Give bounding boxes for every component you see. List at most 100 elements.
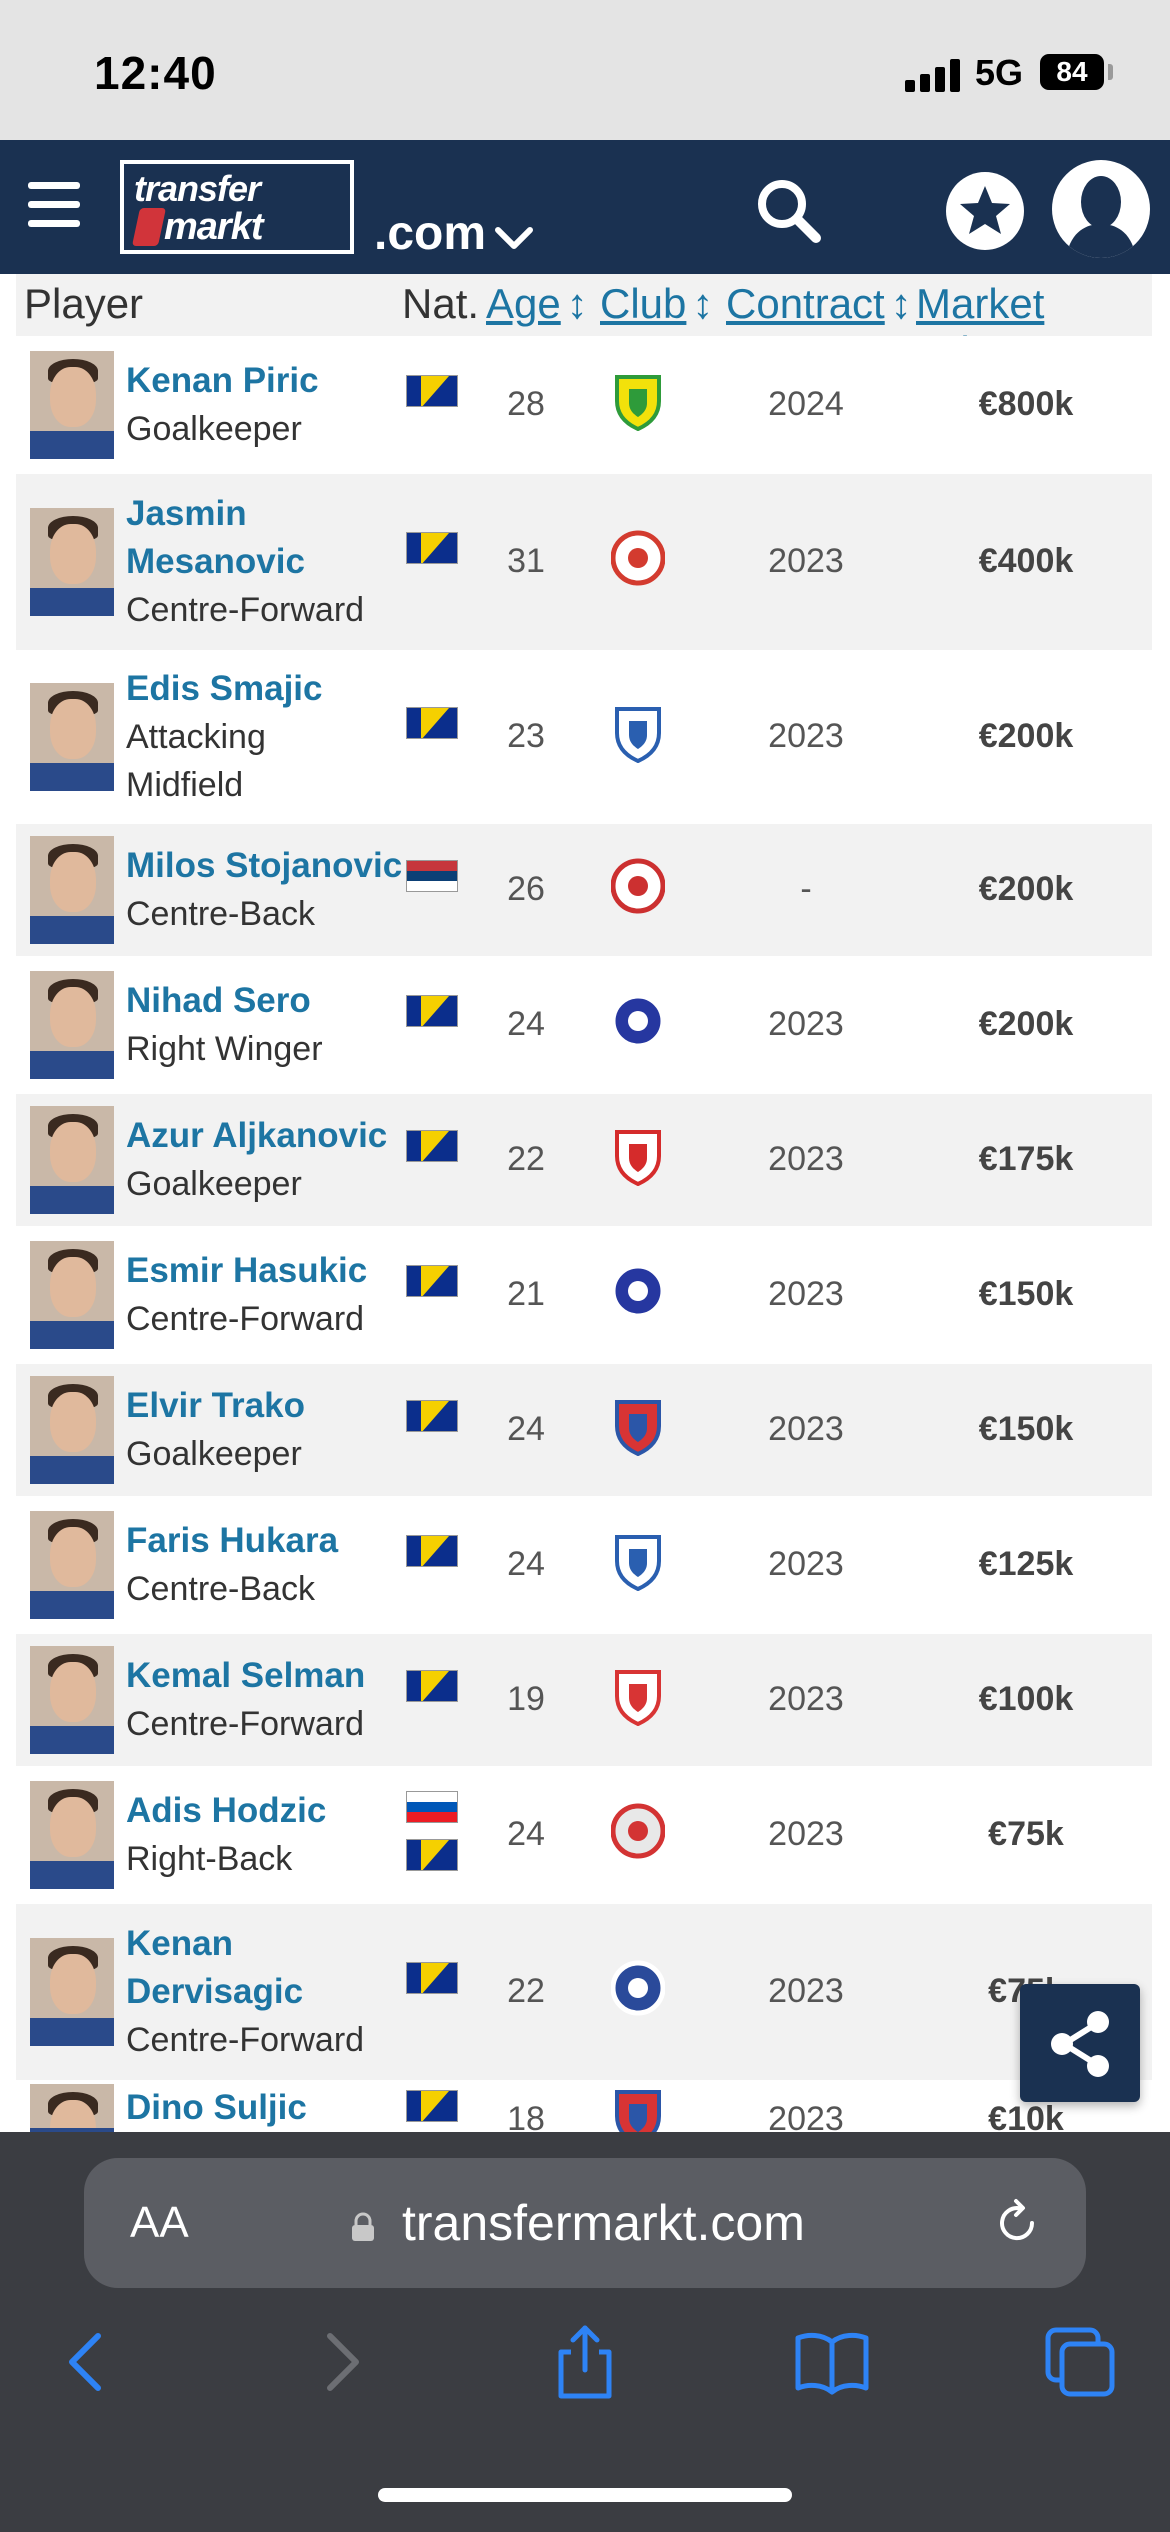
contract-expiry: 2023 (768, 1680, 844, 1718)
col-club-sort[interactable]: Club ↕ (600, 280, 713, 328)
url-text: transfermarkt.com (402, 2195, 805, 2251)
blue-shield-crest-icon[interactable] (611, 703, 665, 763)
players-table: Player Nat. Age ↕ Club ↕ Contract ↕ Market … (16, 274, 1152, 2160)
player-age: 24 (507, 1410, 545, 1448)
market-value[interactable]: €200k (916, 870, 1136, 909)
player-name-link[interactable]: Faris Hukara (126, 1517, 338, 1565)
table-row: Edis Smajic Attacking Midfield 23 2023 €200k (16, 650, 1152, 824)
bosnia-flag-icon (406, 707, 458, 739)
back-icon[interactable] (48, 2322, 128, 2402)
market-value[interactable]: €75k (916, 1815, 1136, 1854)
player-name-link-line2[interactable]: Mesanovic (126, 538, 305, 586)
logo-text-bottom: markt (164, 206, 263, 248)
account-avatar[interactable] (1052, 160, 1150, 258)
red-white-striped-crest-icon[interactable] (611, 1126, 665, 1186)
market-value[interactable]: €125k (916, 1545, 1136, 1584)
market-value[interactable]: €400k (916, 542, 1136, 581)
player-photo[interactable] (30, 1781, 114, 1889)
player-name-link[interactable]: Elvir Trako (126, 1382, 305, 1430)
player-position: Right-Back (126, 1840, 293, 1878)
player-name-link[interactable]: Jasmin (126, 490, 247, 538)
table-row: KenanDervisagicCentre-Forward222023€75k (16, 1904, 1152, 2080)
bosnia-flag-icon (406, 1839, 458, 1871)
blue-star-crest-icon[interactable] (611, 1958, 665, 2018)
market-value[interactable]: €150k (916, 1275, 1136, 1314)
watchlist-button[interactable] (946, 172, 1024, 250)
player-name-link[interactable]: Kemal Selman (126, 1652, 365, 1700)
player-photo[interactable] (30, 1241, 114, 1349)
player-photo[interactable] (30, 836, 114, 944)
col-age-sort[interactable]: Age ↕ (486, 280, 588, 328)
player-photo[interactable] (30, 508, 114, 616)
share-sheet-icon[interactable] (545, 2322, 625, 2402)
bosnia-flag-icon (406, 1265, 458, 1297)
blue-shield-crest-icon[interactable] (611, 1531, 665, 1591)
player-name-link[interactable]: Nihad Sero (126, 977, 311, 1025)
blue-round-crest-icon[interactable] (611, 1261, 665, 1321)
red-round-crest-icon[interactable] (611, 528, 665, 588)
market-value[interactable]: €150k (916, 1410, 1136, 1449)
player-age: 24 (507, 1545, 545, 1583)
player-position: Centre-Forward (126, 2021, 365, 2059)
tabs-icon[interactable] (1040, 2322, 1120, 2402)
search-icon[interactable] (752, 174, 826, 248)
lock-icon (352, 2212, 374, 2241)
market-value[interactable]: €175k (916, 1140, 1136, 1179)
player-age: 23 (507, 717, 545, 755)
table-row: Elvir Trako Goalkeeper 24 2023 €150k (16, 1364, 1152, 1496)
col-player: Player (24, 280, 144, 327)
player-photo[interactable] (30, 351, 114, 459)
market-value[interactable]: €100k (916, 1680, 1136, 1719)
red-white-shield-crest-icon[interactable] (611, 1666, 665, 1726)
player-photo[interactable] (30, 1938, 114, 2046)
red-white-round-crest-icon[interactable] (611, 856, 665, 916)
player-name-link[interactable]: Kenan (126, 1920, 233, 1968)
no-crest-icon[interactable] (611, 1801, 665, 1861)
player-age: 26 (507, 870, 545, 908)
table-row: Kemal Selman Centre-Forward 19 2023 €100k (16, 1634, 1152, 1766)
address-bar[interactable]: AA transfermarkt.com (84, 2158, 1086, 2288)
player-name-link[interactable]: Kenan Piric (126, 357, 319, 405)
player-name-link[interactable]: Adis Hodzic (126, 1787, 326, 1835)
reload-icon[interactable] (990, 2196, 1044, 2250)
player-name-link[interactable]: Edis Smajic (126, 665, 322, 713)
player-photo[interactable] (30, 971, 114, 1079)
player-name-link[interactable]: Azur Aljkanovic (126, 1112, 387, 1160)
green-yellow-crest-icon[interactable] (611, 371, 665, 431)
market-value[interactable]: €800k (916, 385, 1136, 424)
player-name-link[interactable]: Dino Suljic (126, 2084, 307, 2132)
bosnia-flag-icon (406, 375, 458, 407)
menu-icon[interactable] (28, 182, 80, 228)
player-photo[interactable] (30, 1106, 114, 1214)
chevron-down-icon[interactable] (490, 218, 538, 258)
player-name-link[interactable]: Esmir Hasukic (126, 1247, 367, 1295)
market-value[interactable]: €200k (916, 1005, 1136, 1044)
player-photo[interactable] (30, 1646, 114, 1754)
player-name-link[interactable]: Milos Stojanovic (126, 842, 402, 890)
col-club-label: Club (600, 280, 687, 327)
bosnia-flag-icon (406, 1400, 458, 1432)
col-contract-sort[interactable]: Contract ↕ (726, 280, 912, 328)
player-position: Right Winger (126, 1030, 323, 1068)
red-blue-shield-crest-icon[interactable] (611, 1396, 665, 1456)
network-label: 5G (975, 52, 1024, 93)
site-logo[interactable]: transfer markt (120, 160, 354, 254)
share-button[interactable] (1020, 1984, 1140, 2102)
blue-round-crest-icon[interactable] (611, 991, 665, 1051)
bosnia-flag-icon (406, 2090, 458, 2122)
player-age: 24 (507, 1005, 545, 1043)
player-photo[interactable] (30, 683, 114, 791)
domain-selector-label[interactable]: .com (374, 206, 486, 261)
player-photo[interactable] (30, 1376, 114, 1484)
logo-text-top: transfer (134, 168, 261, 209)
player-photo[interactable] (30, 1511, 114, 1619)
forward-icon[interactable] (300, 2322, 380, 2402)
text-size-button[interactable]: AA (130, 2198, 189, 2248)
player-position: Centre-Forward (126, 591, 365, 629)
bosnia-flag-icon (406, 1962, 458, 1994)
contract-expiry: 2023 (768, 1545, 844, 1583)
bookmarks-icon[interactable] (792, 2322, 872, 2402)
player-name-link-line2[interactable]: Dervisagic (126, 1968, 303, 2016)
sort-icon: ↕ (566, 280, 588, 327)
market-value[interactable]: €200k (916, 717, 1136, 756)
